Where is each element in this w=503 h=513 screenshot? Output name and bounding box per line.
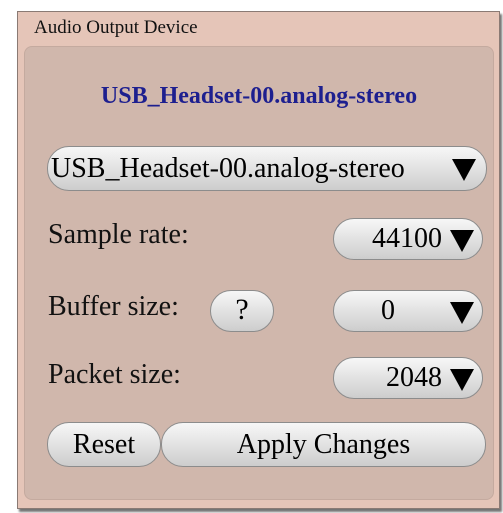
apply-changes-button[interactable]: Apply Changes bbox=[161, 422, 486, 467]
packet-size-label: Packet size: bbox=[48, 359, 181, 390]
chevron-down-icon bbox=[452, 159, 476, 181]
packet-size-value: 2048 bbox=[386, 362, 442, 393]
device-select-value: USB_Headset-00.analog-stereo bbox=[51, 153, 405, 184]
device-select[interactable]: USB_Headset-00.analog-stereo bbox=[47, 146, 487, 191]
chevron-down-icon bbox=[450, 369, 474, 391]
window-title: Audio Output Device bbox=[34, 17, 198, 38]
buffer-size-help-button[interactable]: ? bbox=[210, 290, 274, 332]
chevron-down-icon bbox=[450, 302, 474, 324]
buffer-size-select[interactable]: 0 bbox=[333, 290, 483, 332]
audio-output-device-window: Audio Output Device USB_Headset-00.analo… bbox=[17, 11, 500, 509]
sample-rate-select[interactable]: 44100 bbox=[333, 218, 483, 260]
sample-rate-value: 44100 bbox=[372, 223, 442, 254]
settings-panel: USB_Headset-00.analog-stereo USB_Headset… bbox=[24, 46, 494, 500]
chevron-down-icon bbox=[450, 230, 474, 252]
buffer-size-value: 0 bbox=[381, 295, 395, 326]
buffer-size-label: Buffer size: bbox=[48, 291, 179, 322]
device-title: USB_Headset-00.analog-stereo bbox=[100, 83, 418, 109]
sample-rate-label: Sample rate: bbox=[48, 219, 189, 250]
packet-size-select[interactable]: 2048 bbox=[333, 357, 483, 399]
reset-button[interactable]: Reset bbox=[47, 422, 161, 467]
